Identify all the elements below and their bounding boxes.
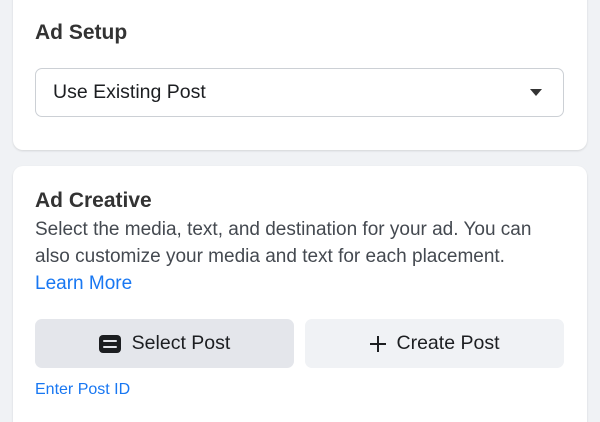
- ad-setup-card: Ad Setup Use Existing Post: [13, 0, 587, 150]
- ad-creative-card: Ad Creative Select the media, text, and …: [13, 166, 587, 422]
- plus-icon: [369, 335, 386, 352]
- learn-more-link[interactable]: Learn More: [35, 270, 132, 297]
- create-post-label: Create Post: [396, 332, 500, 354]
- ad-setup-dropdown-value: Use Existing Post: [53, 81, 206, 103]
- ad-setup-dropdown[interactable]: Use Existing Post: [35, 68, 564, 117]
- enter-post-id-link[interactable]: Enter Post ID: [35, 379, 130, 401]
- select-post-button[interactable]: Select Post: [35, 319, 294, 368]
- post-icon: [98, 334, 121, 353]
- create-post-button[interactable]: Create Post: [305, 319, 564, 368]
- select-post-label: Select Post: [131, 332, 231, 354]
- ad-setup-heading: Ad Setup: [35, 21, 128, 44]
- caret-down-icon: [530, 89, 542, 96]
- ad-creative-heading: Ad Creative: [35, 189, 152, 212]
- ad-creative-description: Select the media, text, and destination …: [35, 219, 532, 267]
